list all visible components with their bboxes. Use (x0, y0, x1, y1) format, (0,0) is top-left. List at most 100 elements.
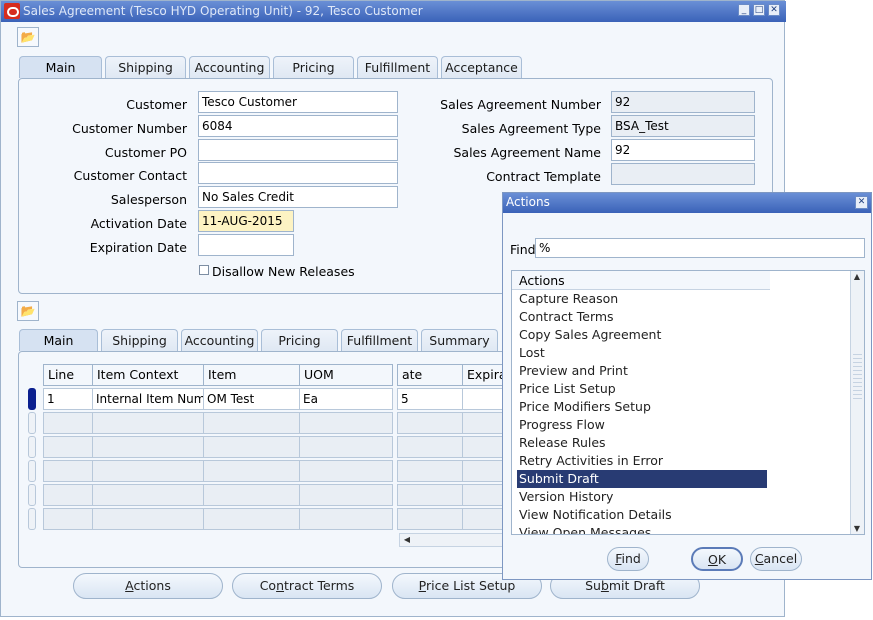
lines-folder-icon[interactable]: 📂 (17, 301, 39, 321)
tab-shipping[interactable]: Shipping (105, 56, 186, 78)
customer-contact-field[interactable] (198, 162, 398, 184)
list-item[interactable]: Contract Terms (517, 308, 767, 326)
line-tab-main[interactable]: Main (19, 329, 98, 351)
empty-cell[interactable] (462, 508, 504, 530)
maximize-icon[interactable]: □ (753, 4, 765, 16)
cell-expiration[interactable] (462, 388, 504, 410)
customer-number-field[interactable]: 6084 (198, 115, 398, 137)
empty-cell[interactable] (397, 436, 463, 458)
dialog-close-icon[interactable]: ✕ (855, 196, 868, 209)
find-input[interactable]: % (535, 238, 865, 258)
empty-cell[interactable] (462, 484, 504, 506)
row-indicator[interactable] (28, 460, 36, 482)
list-item[interactable]: Price Modifiers Setup (517, 398, 767, 416)
scroll-thumb-grip[interactable] (853, 351, 862, 401)
cell-line[interactable]: 1 (43, 388, 93, 410)
contract-terms-button[interactable]: Contract Terms (232, 573, 382, 599)
row-indicator[interactable] (28, 436, 36, 458)
scroll-left-icon[interactable]: ◀ (401, 535, 413, 544)
line-tab-pricing[interactable]: Pricing (261, 329, 338, 351)
list-item[interactable]: View Notification Details (517, 506, 767, 524)
list-item-selected[interactable]: Submit Draft (517, 470, 767, 488)
list-item[interactable]: Retry Activities in Error (517, 452, 767, 470)
salesperson-field[interactable]: No Sales Credit (198, 186, 398, 208)
empty-cell[interactable] (397, 460, 463, 482)
actions-list-scrollbar[interactable]: ▲ ▼ (850, 271, 864, 534)
cell-item[interactable]: OM Test (203, 388, 300, 410)
empty-cell[interactable] (92, 508, 204, 530)
cancel-button[interactable]: Cancel (750, 547, 802, 571)
scroll-down-icon[interactable]: ▼ (851, 524, 863, 533)
empty-cell[interactable] (299, 436, 393, 458)
empty-cell[interactable] (43, 460, 93, 482)
empty-cell[interactable] (299, 412, 393, 434)
empty-cell[interactable] (203, 460, 300, 482)
sa-name-field[interactable]: 92 (611, 139, 755, 161)
find-button[interactable]: Find (607, 547, 649, 571)
list-item[interactable]: Copy Sales Agreement (517, 326, 767, 344)
cell-rate[interactable]: 5 (397, 388, 463, 410)
tab-acceptance[interactable]: Acceptance (441, 56, 522, 78)
line-tab-summary[interactable]: Summary (421, 329, 498, 351)
window-titlebar[interactable]: Sales Agreement (Tesco HYD Operating Uni… (1, 1, 786, 22)
empty-cell[interactable] (43, 508, 93, 530)
tab-pricing[interactable]: Pricing (273, 56, 354, 78)
row-indicator-current[interactable] (28, 388, 36, 410)
empty-cell[interactable] (462, 460, 504, 482)
list-item[interactable]: Price List Setup (517, 380, 767, 398)
activation-date-field[interactable]: 11-AUG-2015 (198, 210, 294, 232)
list-item[interactable]: Capture Reason (517, 290, 767, 308)
empty-cell[interactable] (397, 412, 463, 434)
empty-cell[interactable] (462, 412, 504, 434)
list-item[interactable]: Lost (517, 344, 767, 362)
sa-number-field[interactable]: 92 (611, 91, 755, 113)
empty-cell[interactable] (203, 484, 300, 506)
list-item[interactable]: Preview and Print (517, 362, 767, 380)
empty-cell[interactable] (43, 436, 93, 458)
row-indicator[interactable] (28, 412, 36, 434)
actions-button[interactable]: Actions (73, 573, 223, 599)
list-item[interactable]: Progress Flow (517, 416, 767, 434)
tab-accounting[interactable]: Accounting (189, 56, 270, 78)
scroll-up-icon[interactable]: ▲ (851, 272, 863, 281)
empty-cell[interactable] (397, 484, 463, 506)
row-indicator[interactable] (28, 484, 36, 506)
expiration-date-field[interactable] (198, 234, 294, 256)
contract-template-field[interactable] (611, 163, 755, 185)
customer-field[interactable]: Tesco Customer (198, 91, 398, 113)
customer-po-field[interactable] (198, 139, 398, 161)
close-icon[interactable]: ✕ (768, 4, 780, 16)
line-tab-fulfillment[interactable]: Fulfillment (341, 329, 418, 351)
empty-cell[interactable] (397, 508, 463, 530)
empty-cell[interactable] (92, 484, 204, 506)
empty-cell[interactable] (203, 436, 300, 458)
list-item[interactable]: View Open Messages (517, 524, 767, 534)
empty-cell[interactable] (203, 412, 300, 434)
cell-item-context[interactable]: Internal Item Numb (92, 388, 204, 410)
empty-cell[interactable] (92, 460, 204, 482)
list-item[interactable]: Release Rules (517, 434, 767, 452)
empty-cell[interactable] (203, 508, 300, 530)
empty-cell[interactable] (92, 412, 204, 434)
empty-cell[interactable] (43, 484, 93, 506)
tab-fulfillment[interactable]: Fulfillment (357, 56, 438, 78)
line-tab-accounting[interactable]: Accounting (181, 329, 258, 351)
disallow-new-releases-checkbox[interactable] (199, 265, 209, 275)
sa-type-field[interactable]: BSA_Test (611, 115, 755, 137)
empty-cell[interactable] (299, 484, 393, 506)
list-item[interactable]: Version History (517, 488, 767, 506)
cell-uom[interactable]: Ea (299, 388, 393, 410)
open-folder-icon[interactable]: 📂 (17, 27, 39, 47)
empty-cell[interactable] (462, 436, 504, 458)
empty-cell[interactable] (43, 412, 93, 434)
empty-cell[interactable] (299, 508, 393, 530)
lines-horizontal-scrollbar[interactable]: ◀ (399, 533, 505, 547)
actions-dialog-titlebar[interactable]: Actions ✕ (503, 193, 871, 213)
row-indicator[interactable] (28, 508, 36, 530)
tab-main[interactable]: Main (19, 56, 102, 78)
ok-button[interactable]: OK (691, 547, 743, 571)
minimize-icon[interactable]: _ (738, 4, 750, 16)
line-tab-shipping[interactable]: Shipping (101, 329, 178, 351)
empty-cell[interactable] (299, 460, 393, 482)
empty-cell[interactable] (92, 436, 204, 458)
